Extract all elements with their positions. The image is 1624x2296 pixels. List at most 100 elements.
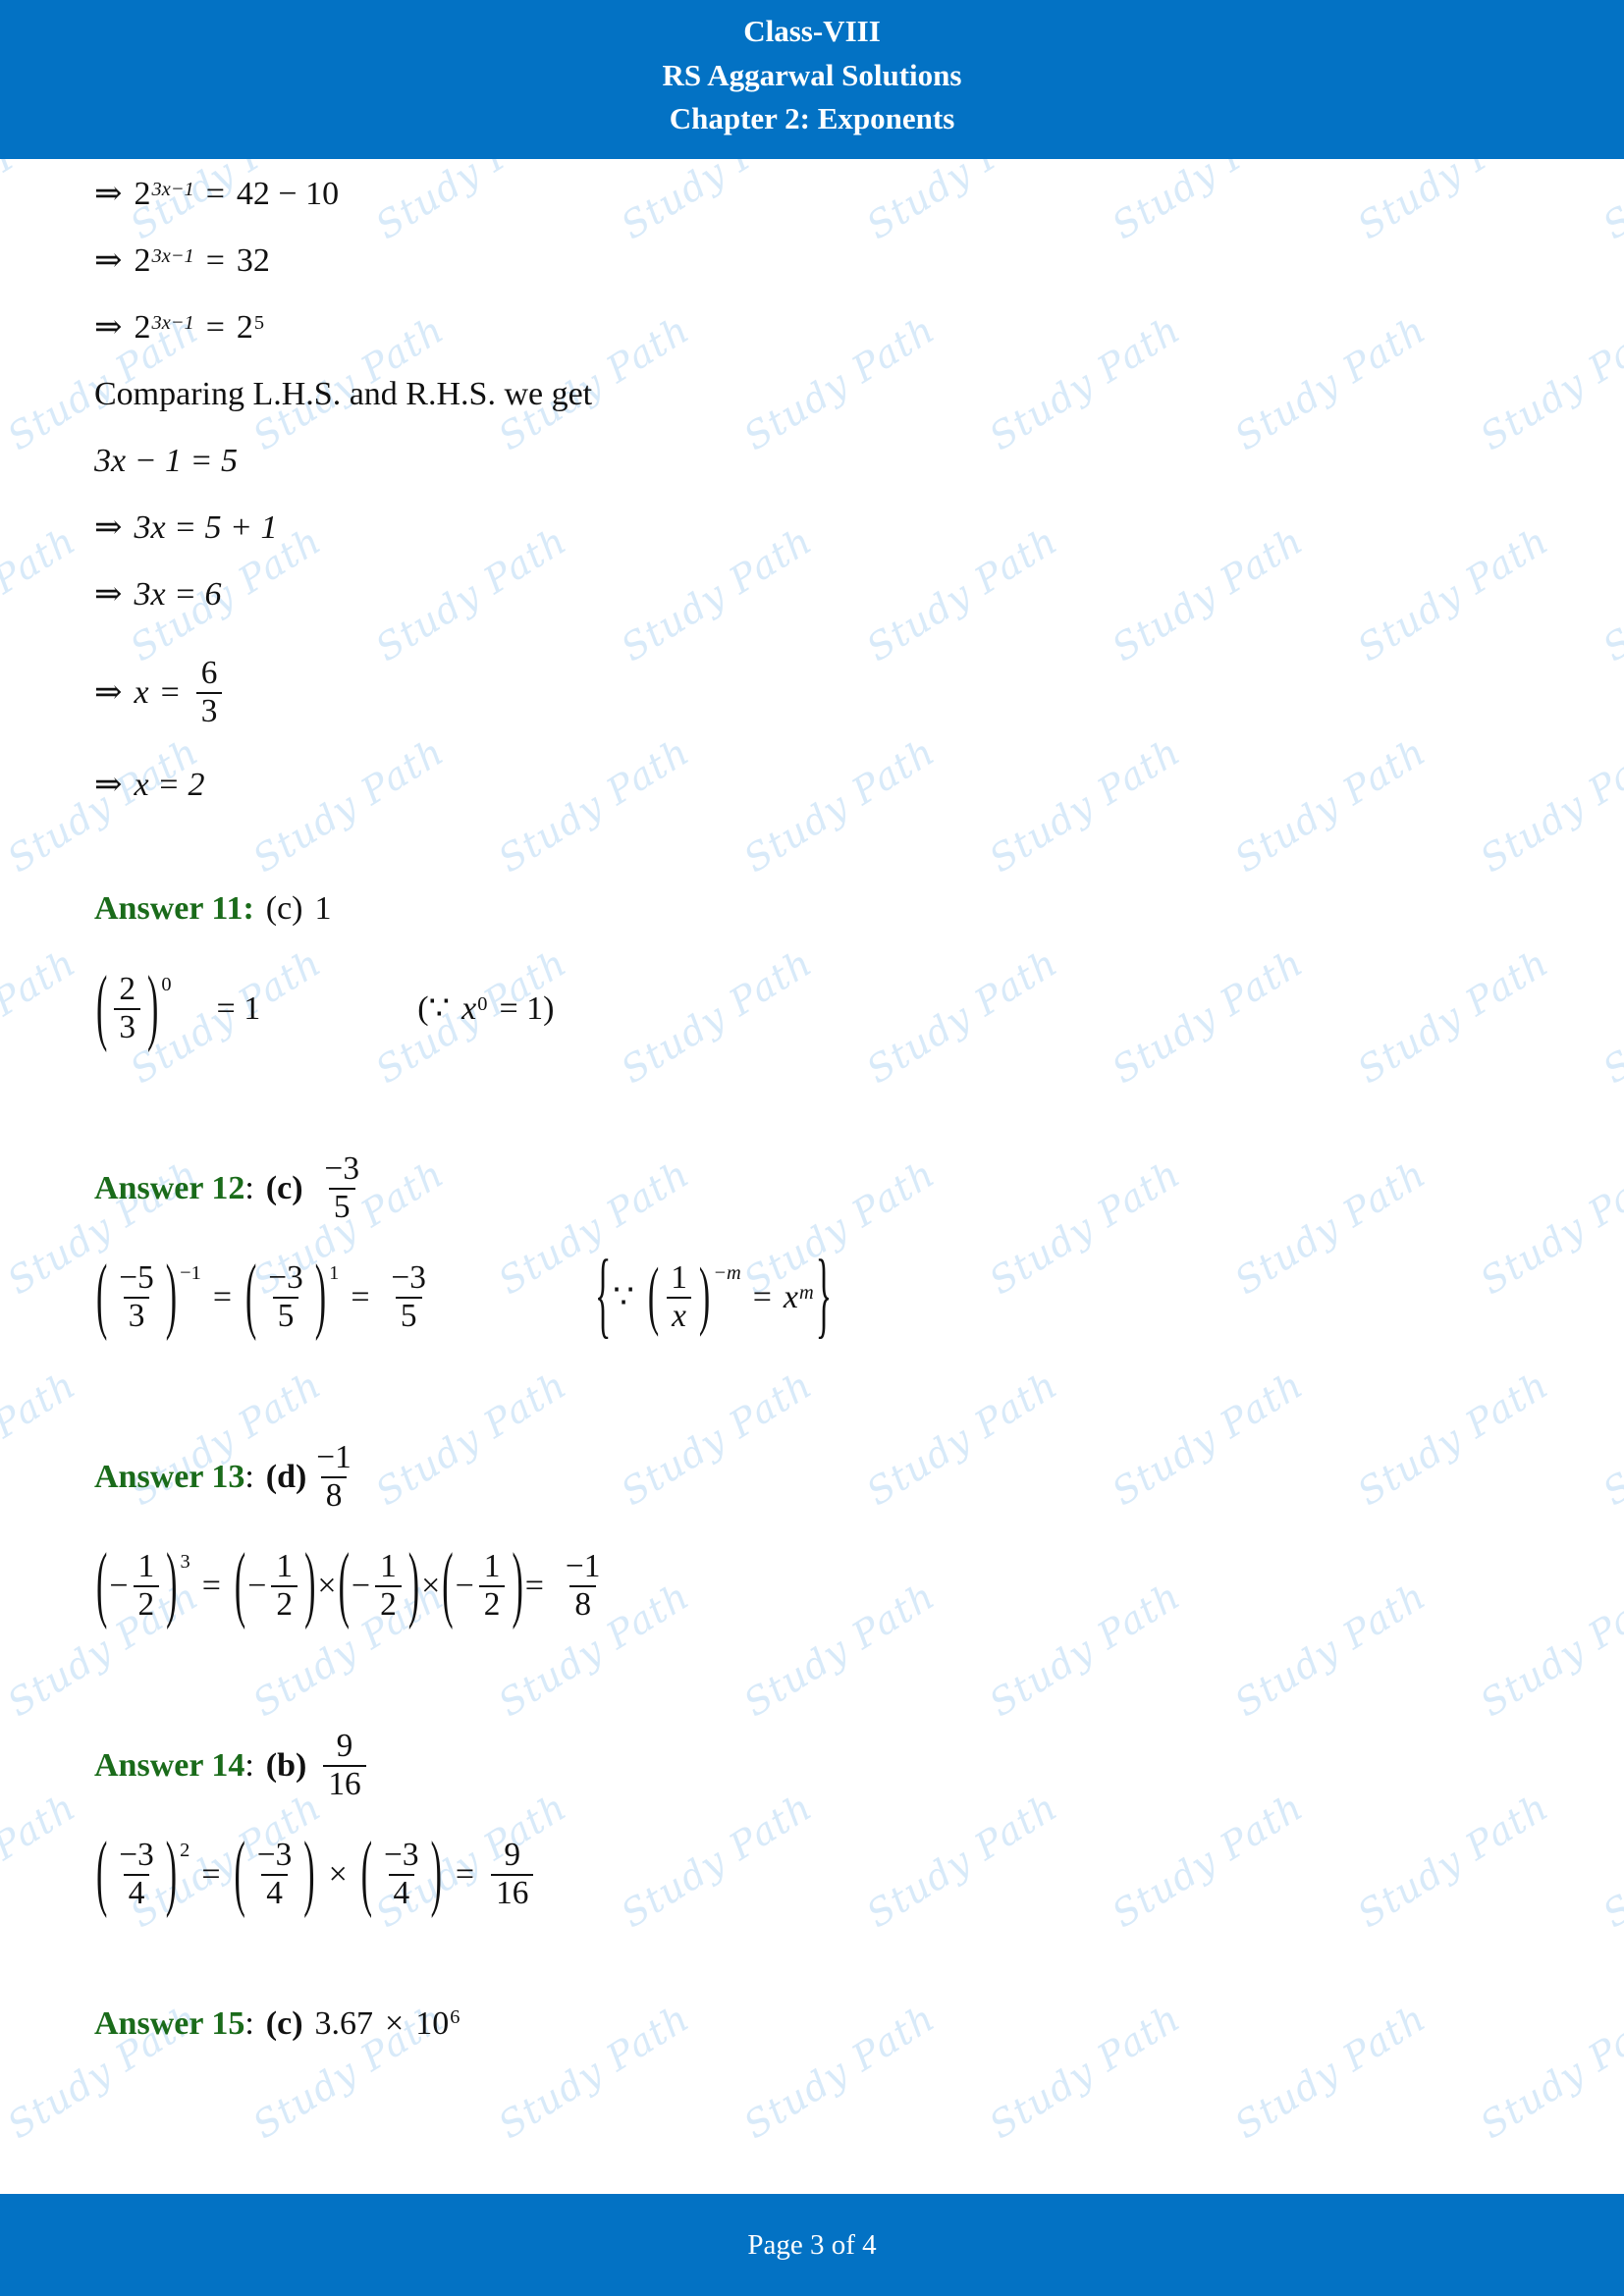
header-class-line: Class-VIII	[743, 14, 881, 48]
answer-13-times-1: ×	[317, 1567, 337, 1604]
answer-13-fraction-2: 1 2	[271, 1547, 298, 1623]
answer-13-colon: :	[244, 1458, 254, 1495]
answer-13-den-2: 2	[271, 1584, 298, 1623]
page-footer-banner: Page 3 of 4	[0, 2194, 1624, 2296]
page-header-banner: Class-VIII RS Aggarwal Solutions Chapter…	[0, 0, 1624, 159]
page-number-text: Page 3 of 4	[747, 2228, 877, 2261]
answer-11-label: Answer 11:	[94, 890, 254, 927]
right-brace-icon: }	[815, 1243, 833, 1350]
answer-14-value-denominator: 16	[323, 1764, 366, 1802]
answer-12-den-3: 5	[395, 1296, 422, 1334]
answer-12-note-rhs-exp: m	[799, 1281, 814, 1304]
answer-13-fraction-4: 1 2	[478, 1547, 506, 1623]
answer-14-num-3: −3	[384, 1836, 419, 1873]
answer-13-minus-2: −	[247, 1567, 267, 1604]
answer-15-label: Answer 15	[94, 2004, 245, 2042]
answer-13-value-fraction: −1 8	[311, 1440, 355, 1514]
answer-12-exp-2: 1	[329, 1261, 340, 1284]
answer-14-label: Answer 14	[94, 1746, 245, 1784]
step7-arrow: ⇒	[94, 674, 123, 711]
step2-rhs: 32	[236, 242, 270, 279]
step2-exponent: 3x−1	[151, 245, 194, 267]
right-paren-icon: )	[304, 1538, 316, 1631]
answer-11-note-rest: = 1	[499, 990, 544, 1027]
answer-11-note-open: (	[417, 990, 429, 1027]
answer-14-result-den: 16	[491, 1873, 534, 1911]
answer-13-fraction-1: 1 2	[133, 1547, 160, 1623]
left-paren-icon: (	[96, 1250, 108, 1343]
answer-14-fraction-3: −3 4	[379, 1836, 423, 1911]
answer-13-result-den: 8	[569, 1584, 596, 1623]
solution-step-4: 3x − 1 = 5	[94, 440, 1624, 483]
step7-equals: =	[160, 674, 180, 711]
step3-power-rhs: 2 5	[237, 311, 264, 345]
solution-step-1: ⇒ 2 3x−1 = 42 − 10	[94, 173, 1624, 216]
step7-lhs: x	[134, 674, 149, 711]
answer-13-minus-3: −	[351, 1567, 371, 1604]
answer-13-num-4: 1	[483, 1547, 501, 1584]
answer-14-times-1: ×	[328, 1855, 348, 1893]
answer-15-colon: :	[244, 2004, 254, 2042]
right-paren-icon: )	[165, 1250, 178, 1343]
solution-step-7: ⇒ x = 6 3	[94, 640, 1624, 746]
step7-denominator: 3	[195, 692, 223, 729]
answer-11-fraction: 2 3	[114, 971, 140, 1045]
answer-14-den-2: 4	[261, 1873, 288, 1911]
step2-base: 2	[134, 242, 151, 279]
answer-15-heading: Answer 15 : (c) 3.67 × 10 6	[94, 1997, 1624, 2052]
because-icon: ∵	[613, 1278, 634, 1315]
answer-14-den-3: 4	[388, 1873, 415, 1911]
left-brace-icon: {	[594, 1243, 612, 1350]
right-paren-icon: )	[303, 1827, 315, 1920]
answer-13-paren-4: ( − 1 2 )	[440, 1542, 525, 1628]
right-paren-icon: )	[407, 1538, 420, 1631]
answer-13-num-1: 1	[137, 1547, 155, 1584]
left-paren-icon: (	[360, 1827, 373, 1920]
answer-11-denominator: 3	[114, 1008, 140, 1045]
answer-12-note-group: { ∵ ( 1 x ) −m = x m}	[593, 1248, 834, 1345]
answer-12-paren-1: ( −5 3 )	[94, 1254, 179, 1339]
answer-11-note-close: )	[543, 990, 555, 1027]
answer-13-work: ( − 1 2 ) 3 = ( − 1 2) × (− 1 2) × (…	[94, 1533, 1624, 1639]
right-paren-icon: )	[698, 1255, 711, 1339]
answer-14-paren-3: ( −3 4 )	[359, 1831, 444, 1916]
answer-13-num-2: 1	[276, 1547, 294, 1584]
answer-15-power: 10 6	[415, 2005, 460, 2043]
answer-15-base: 10	[415, 2004, 450, 2042]
answer-12-num-2: −3	[268, 1258, 303, 1296]
answer-14-paren-2: ( −3 4 )	[233, 1831, 317, 1916]
right-paren-icon: )	[166, 1538, 178, 1631]
comparing-text: Comparing L.H.S. and R.H.S. we get	[94, 376, 593, 412]
answer-11-note-exp: 0	[477, 993, 488, 1015]
step1-base: 2	[134, 176, 151, 212]
left-paren-icon: (	[245, 1250, 257, 1343]
document-page: Study Path Study Path Study Path Study Path…	[0, 0, 1624, 2296]
answer-12-note-paren: ( 1 x )	[646, 1255, 712, 1339]
step3-rhs-exponent: 5	[253, 312, 265, 334]
answer-12-equals-2: =	[351, 1278, 370, 1315]
solution-step-2: ⇒ 2 3x−1 = 32	[94, 240, 1624, 283]
right-paren-icon: )	[430, 1827, 442, 1920]
answer-13-times-2: ×	[421, 1567, 441, 1604]
right-paren-icon: )	[512, 1538, 523, 1631]
answer-14-den-1: 4	[123, 1873, 150, 1911]
answer-13-den-3: 2	[375, 1584, 402, 1623]
left-paren-icon: (	[338, 1538, 350, 1631]
answer-15-times: ×	[385, 2004, 405, 2042]
answer-12-equals-1: =	[212, 1278, 232, 1315]
answer-12-term-2: ( −3 5 ) 1	[244, 1254, 340, 1339]
because-icon: ∵	[428, 990, 451, 1027]
answer-11-power-term: ( 2 3 ) 0	[94, 965, 172, 1050]
answer-12-paren-2: ( −3 5 )	[244, 1254, 328, 1339]
left-paren-icon: (	[234, 1538, 246, 1631]
solution-step-3: ⇒ 2 3x−1 = 2 5	[94, 306, 1624, 349]
answer-13-exponent: 3	[180, 1550, 190, 1573]
step3-equals: =	[205, 309, 225, 346]
answer-14-result-fraction: 9 16	[491, 1838, 534, 1911]
answer-12-den-2: 5	[272, 1296, 299, 1334]
answer-11-numerator: 2	[119, 971, 135, 1008]
answer-11-heading: Answer 11: (c) 1	[94, 881, 1624, 936]
answer-12-value-numerator: −3	[324, 1150, 359, 1187]
document-content: ⇒ 2 3x−1 = 42 − 10 ⇒ 2 3x−1 = 32 ⇒ 2 3x−…	[0, 159, 1624, 2071]
solution-step-6: ⇒ 3x = 6	[94, 573, 1624, 616]
